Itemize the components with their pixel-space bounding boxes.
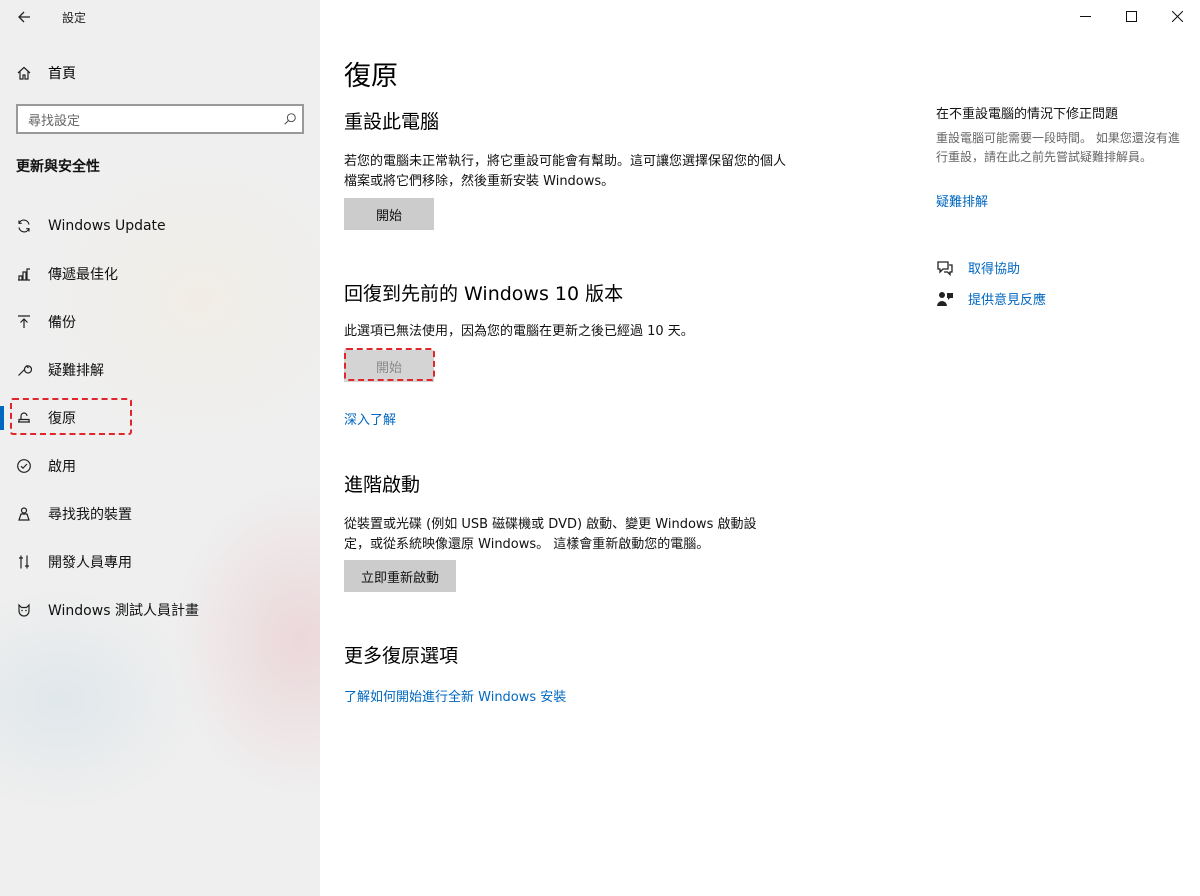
back-button[interactable] <box>0 0 48 34</box>
delivery-optimization-icon <box>16 266 32 282</box>
sidebar-item-activation[interactable]: 啟用 <box>0 442 320 490</box>
maximize-button[interactable] <box>1108 0 1154 32</box>
sidebar-item-label: 疑難排解 <box>48 363 104 379</box>
sidebar-item-troubleshoot[interactable]: 疑難排解 <box>0 346 320 394</box>
search-icon[interactable] <box>278 112 302 126</box>
sidebar-item-delivery-optimization[interactable]: 傳遞最佳化 <box>0 250 320 298</box>
minimize-button[interactable] <box>1062 0 1108 32</box>
feedback-row[interactable]: 提供意見反應 <box>936 289 1046 308</box>
sidebar: 設定 首頁 尋找設定 更新與安全性 Windows Update 傳遞最佳化 備… <box>0 0 320 896</box>
sync-icon <box>16 218 32 234</box>
related-description: 重設電腦可能需要一段時間。 如果您還沒有進行重設，請在此之前先嘗試疑難排解員。 <box>936 131 1180 164</box>
sidebar-item-recovery[interactable]: 復原 <box>0 394 320 442</box>
sidebar-item-label: 尋找我的裝置 <box>48 507 132 523</box>
sidebar-item-developers[interactable]: 開發人員專用 <box>0 538 320 586</box>
feedback-link[interactable]: 提供意見反應 <box>968 289 1046 308</box>
nav-home[interactable]: 首頁 <box>16 60 76 86</box>
find-device-icon <box>16 506 32 522</box>
search-input[interactable]: 尋找設定 <box>16 104 304 134</box>
sidebar-item-label: 備份 <box>48 315 76 331</box>
close-icon <box>1171 10 1183 22</box>
sidebar-item-label: 傳遞最佳化 <box>48 267 118 283</box>
wrench-icon <box>16 362 32 378</box>
sidebar-item-label: 開發人員專用 <box>48 555 132 571</box>
minimize-icon <box>1079 15 1091 17</box>
title-bar: 設定 <box>0 0 320 34</box>
sidebar-item-windows-update[interactable]: Windows Update <box>0 202 320 250</box>
back-arrow-icon <box>18 11 30 23</box>
advanced-description: 從裝置或光碟 (例如 USB 磁碟機或 DVD) 啟動、變更 Windows 啟… <box>344 517 757 552</box>
check-circle-icon <box>16 458 32 474</box>
backup-icon <box>16 314 32 330</box>
sidebar-item-label: 復原 <box>48 411 76 427</box>
page-title: 復原 <box>344 61 398 92</box>
chat-help-icon <box>936 259 954 277</box>
feedback-icon <box>936 290 954 308</box>
get-help-link[interactable]: 取得協助 <box>968 258 1020 277</box>
developer-icon <box>16 554 32 570</box>
troubleshoot-link[interactable]: 疑難排解 <box>936 191 988 210</box>
sidebar-item-windows-insider[interactable]: Windows 測試人員計畫 <box>0 586 320 634</box>
section-label: 更新與安全性 <box>16 159 100 175</box>
sidebar-item-label: Windows Update <box>48 218 166 234</box>
maximize-icon <box>1125 10 1137 22</box>
more-options-heading: 更多復原選項 <box>344 645 459 667</box>
home-icon <box>16 65 32 81</box>
nav-home-label: 首頁 <box>48 66 76 82</box>
learn-more-link[interactable]: 深入了解 <box>344 409 396 428</box>
recovery-icon <box>16 410 32 426</box>
advanced-heading: 進階啟動 <box>344 474 421 496</box>
related-title: 在不重設電腦的情況下修正問題 <box>936 107 1119 122</box>
sidebar-item-label: 啟用 <box>48 459 76 475</box>
restart-now-button[interactable]: 立即重新啟動 <box>344 560 456 592</box>
nav-list: Windows Update 傳遞最佳化 備份 疑難排解 復原 啟用 尋找我的裝… <box>0 202 320 634</box>
get-help-row[interactable]: 取得協助 <box>936 258 1020 277</box>
app-title: 設定 <box>62 10 87 25</box>
window-controls <box>1062 0 1200 32</box>
sidebar-item-label: Windows 測試人員計畫 <box>48 603 199 619</box>
sidebar-item-backup[interactable]: 備份 <box>0 298 320 346</box>
goback-heading: 回復到先前的 Windows 10 版本 <box>344 283 624 305</box>
fresh-install-link[interactable]: 了解如何開始進行全新 Windows 安裝 <box>344 686 566 705</box>
sidebar-item-find-my-device[interactable]: 尋找我的裝置 <box>0 490 320 538</box>
goback-description: 此選項已無法使用，因為您的電腦在更新之後已經過 10 天。 <box>344 324 694 339</box>
goback-start-button[interactable]: 開始 <box>344 350 434 382</box>
reset-start-button[interactable]: 開始 <box>344 198 434 230</box>
reset-heading: 重設此電腦 <box>344 111 440 133</box>
close-button[interactable] <box>1154 0 1200 32</box>
search-placeholder: 尋找設定 <box>28 113 81 129</box>
insider-icon <box>16 602 32 618</box>
reset-description: 若您的電腦未正常執行，將它重設可能會有幫助。這可讓您選擇保留您的個人檔案或將它們… <box>344 154 787 189</box>
